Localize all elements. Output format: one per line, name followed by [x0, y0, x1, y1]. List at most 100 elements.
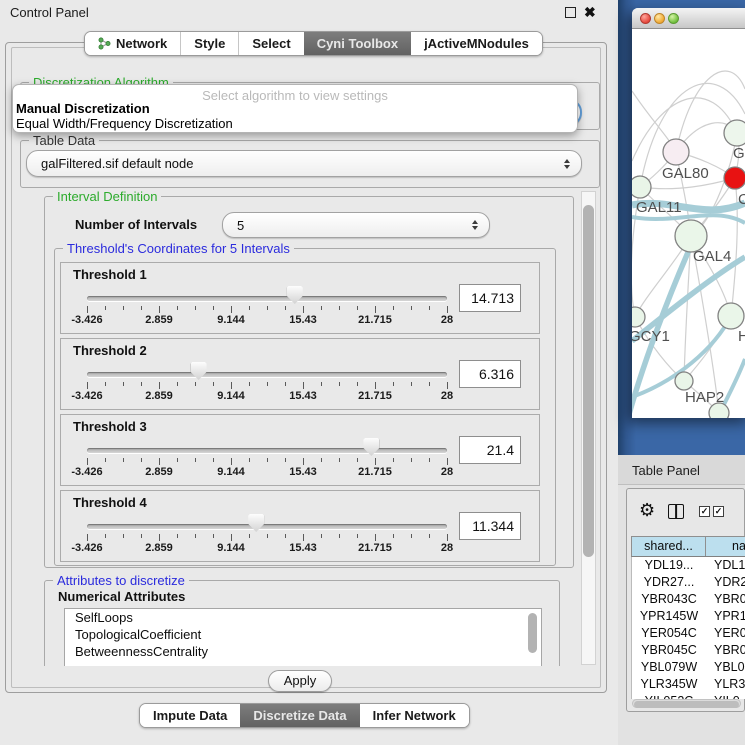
tab-network[interactable]: Network [85, 32, 180, 55]
tab-cyni-toolbox[interactable]: Cyni Toolbox [304, 32, 411, 55]
major-tick [231, 534, 232, 541]
threshold-3-panel: Threshold 3-3.4262.8599.14415.4321.71528… [60, 414, 540, 486]
float-window-icon[interactable] [565, 7, 576, 18]
cell-name[interactable]: YLR3 [706, 676, 745, 693]
minor-tick [285, 382, 286, 386]
minor-tick [267, 534, 268, 538]
cell-shared-name[interactable]: YDL19... [632, 557, 706, 574]
close-traffic-light-icon[interactable] [640, 13, 651, 24]
minor-tick [123, 382, 124, 386]
apply-button[interactable]: Apply [268, 670, 332, 692]
minor-tick [177, 458, 178, 462]
number-of-intervals-value: 5 [223, 218, 472, 233]
table-horizontal-scrollbar[interactable] [632, 699, 741, 708]
table-data-combobox[interactable]: galFiltered.sif default node [26, 150, 582, 177]
threshold-1-slider-thumb[interactable] [287, 286, 303, 304]
gear-icon[interactable]: ⚙ [639, 500, 655, 520]
tab-infer-network[interactable]: Infer Network [360, 704, 469, 727]
minor-tick [249, 458, 250, 462]
attribute-item-topologicalcoefficient[interactable]: TopologicalCoefficient [65, 626, 541, 643]
cell-shared-name[interactable]: YPR145W [632, 608, 706, 625]
network-node-hap2[interactable] [675, 372, 693, 390]
control-panel-window: Control Panel ✖ NetworkStyleSelectCyni T… [0, 0, 618, 745]
table-row[interactable]: YPR145WYPR1 [632, 608, 745, 625]
column-header-name[interactable]: na [706, 537, 745, 556]
tick-label: 21.715 [358, 466, 392, 478]
threshold-2-slider-thumb[interactable] [191, 362, 207, 380]
tab-label: Cyni Toolbox [317, 32, 398, 55]
cell-shared-name[interactable]: YBL079W [632, 659, 706, 676]
numerical-attributes-label: Numerical Attributes [58, 589, 185, 604]
checkbox-icon[interactable]: ✓ [699, 506, 710, 517]
table-row[interactable]: YLR345WYLR3 [632, 676, 745, 693]
threshold-1-slider-track[interactable] [87, 296, 447, 301]
list-scrollbar-thumb[interactable] [528, 613, 537, 653]
threshold-3-slider-track[interactable] [87, 448, 447, 453]
cell-name[interactable]: YER0 [706, 625, 745, 642]
minimize-traffic-light-icon[interactable] [654, 13, 665, 24]
cell-shared-name[interactable]: YBR043C [632, 591, 706, 608]
cell-name[interactable]: YDR2 [706, 574, 745, 591]
cell-name[interactable]: YDL1 [706, 557, 745, 574]
dropdown-option-manual-discretization[interactable]: Manual Discretization [13, 101, 577, 116]
cell-shared-name[interactable]: YBR045C [632, 642, 706, 659]
table-row[interactable]: YER054CYER0 [632, 625, 745, 642]
network-node-g[interactable] [724, 120, 745, 146]
cell-name[interactable]: YBR0 [706, 642, 745, 659]
network-node-h[interactable] [718, 303, 744, 329]
network-node-gcy1[interactable] [632, 307, 645, 327]
table-row[interactable]: YBL079WYBL0 [632, 659, 745, 676]
table-row[interactable]: YDL19...YDL1 [632, 557, 745, 574]
threshold-4-slider-thumb[interactable] [248, 514, 264, 532]
tab-label: Discretize Data [253, 704, 346, 727]
node-label: G [733, 145, 745, 162]
major-tick [87, 534, 88, 541]
minor-tick [123, 534, 124, 538]
network-node-gal11[interactable] [632, 176, 651, 198]
threshold-2-slider-track[interactable] [87, 372, 447, 377]
network-node-gal80[interactable] [663, 139, 689, 165]
table-row[interactable]: YBR043CYBR0 [632, 591, 745, 608]
node-label: C [738, 191, 745, 208]
cell-name[interactable]: YPR1 [706, 608, 745, 625]
threshold-4-slider-track[interactable] [87, 524, 447, 529]
cell-shared-name[interactable]: YLR345W [632, 676, 706, 693]
tab-label: Network [116, 32, 167, 55]
threshold-4-value-field[interactable]: 11.344 [459, 512, 521, 540]
settings-scrollbar-thumb[interactable] [583, 205, 594, 557]
threshold-1-value-field[interactable]: 14.713 [459, 284, 521, 312]
major-tick [375, 382, 376, 389]
settings-scrollbar[interactable] [581, 191, 596, 665]
tick-label: 15.43 [289, 390, 317, 402]
attribute-item-selfloops[interactable]: SelfLoops [65, 609, 541, 626]
zoom-traffic-light-icon[interactable] [668, 13, 679, 24]
cell-name[interactable]: YBL0 [706, 659, 745, 676]
network-node[interactable] [709, 403, 729, 418]
tab-select[interactable]: Select [238, 32, 303, 55]
cell-shared-name[interactable]: YDR27... [632, 574, 706, 591]
checkbox-icon[interactable]: ✓ [713, 506, 724, 517]
table-horizontal-scrollbar-thumb[interactable] [634, 701, 739, 708]
threshold-2-value-field[interactable]: 6.316 [459, 360, 521, 388]
attribute-item-betweennesscentrality[interactable]: BetweennessCentrality [65, 643, 541, 660]
table-row[interactable]: YDR27...YDR2 [632, 574, 745, 591]
threshold-3-slider-thumb[interactable] [363, 438, 379, 456]
tab-label: Style [194, 32, 225, 55]
network-node-c[interactable] [724, 167, 745, 189]
tab-impute-data[interactable]: Impute Data [140, 704, 240, 727]
number-of-intervals-combobox[interactable]: 5 [222, 212, 490, 238]
tick-label: 2.859 [145, 466, 173, 478]
cell-shared-name[interactable]: YER054C [632, 625, 706, 642]
column-header-shared-name[interactable]: shared... [632, 537, 706, 556]
dropdown-option-equal-width-frequency-discretization[interactable]: Equal Width/Frequency Discretization [13, 116, 577, 131]
major-tick [303, 534, 304, 541]
table-row[interactable]: YBR045CYBR0 [632, 642, 745, 659]
tab-discretize-data[interactable]: Discretize Data [240, 704, 359, 727]
tab-style[interactable]: Style [180, 32, 238, 55]
close-icon[interactable]: ✖ [584, 3, 596, 21]
columns-icon[interactable] [668, 504, 684, 519]
threshold-3-value-field[interactable]: 21.4 [459, 436, 521, 464]
minor-tick [267, 382, 268, 386]
cell-name[interactable]: YBR0 [706, 591, 745, 608]
tab-jactivemnodules[interactable]: jActiveMNodules [411, 32, 542, 55]
